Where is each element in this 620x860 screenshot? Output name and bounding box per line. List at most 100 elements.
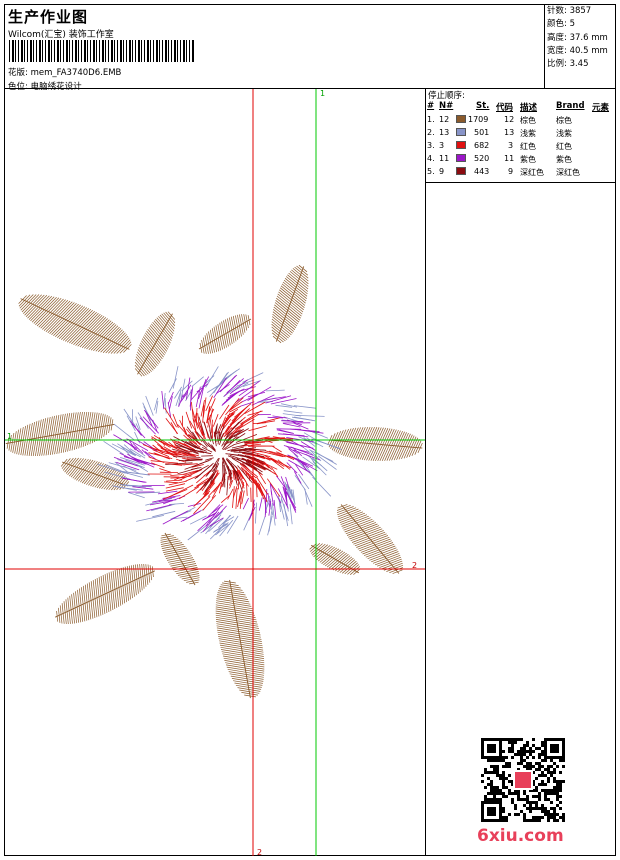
qr-module bbox=[499, 798, 502, 801]
qr-module bbox=[499, 777, 502, 780]
qr-module bbox=[553, 789, 556, 792]
qr-module bbox=[493, 768, 496, 771]
rose-stitch-red bbox=[266, 478, 281, 497]
qr-module bbox=[550, 759, 553, 762]
qr-module bbox=[523, 753, 526, 756]
qr-module bbox=[559, 801, 562, 804]
qr-module bbox=[529, 765, 532, 768]
qr-module bbox=[547, 768, 550, 771]
color-swatch bbox=[456, 141, 466, 149]
qr-module bbox=[547, 813, 550, 816]
qr-module bbox=[538, 768, 541, 771]
qr-module bbox=[559, 771, 562, 774]
rose-stitch-purple bbox=[146, 504, 172, 512]
qr-module bbox=[514, 813, 517, 816]
row-num: 3. bbox=[427, 141, 435, 150]
rose-stitch-purple bbox=[242, 497, 249, 510]
qr-module bbox=[514, 753, 517, 756]
rose-stitch-red bbox=[150, 460, 179, 464]
rose-stitch-red bbox=[170, 422, 178, 435]
rose-stitch-red bbox=[248, 425, 268, 432]
row-num: 5. bbox=[427, 167, 435, 176]
qr-module bbox=[493, 792, 496, 795]
qr-module bbox=[493, 765, 496, 768]
qr-module bbox=[493, 795, 496, 798]
qr-module bbox=[517, 738, 520, 741]
qr-module bbox=[517, 795, 520, 798]
rose-stitch-lilac bbox=[267, 515, 273, 536]
rose-stitch-lilac bbox=[191, 376, 204, 387]
qr-module bbox=[490, 759, 493, 762]
qr-module bbox=[490, 798, 493, 801]
qr-module bbox=[538, 762, 541, 765]
qr-module bbox=[529, 804, 532, 807]
row-n: 9 bbox=[439, 167, 445, 176]
rose-stitch-purple bbox=[139, 417, 156, 435]
qr-module bbox=[553, 786, 556, 789]
stop-sequence-title: 停止顺序: bbox=[428, 91, 465, 101]
rose-stitch-lilac bbox=[172, 366, 179, 389]
stop-panel-rule bbox=[426, 182, 615, 183]
qr-module bbox=[502, 738, 505, 741]
row-n: 13 bbox=[439, 128, 450, 137]
rose-stitch-red bbox=[196, 407, 198, 423]
qr-module bbox=[556, 819, 559, 822]
qr-module bbox=[538, 756, 541, 759]
qr-module bbox=[502, 756, 505, 759]
qr-module bbox=[550, 792, 553, 795]
header-divider bbox=[544, 5, 545, 88]
rose-stitch-red bbox=[153, 434, 172, 447]
rose-stitch-lilac bbox=[293, 405, 316, 409]
rose-stitch-red bbox=[246, 482, 248, 496]
qr-module bbox=[550, 801, 553, 804]
qr-module bbox=[562, 819, 565, 822]
qr-module bbox=[511, 738, 514, 741]
qr-module bbox=[514, 807, 517, 810]
rose-stitch-darkred bbox=[226, 475, 229, 496]
pattern-label: 花版: bbox=[8, 68, 28, 78]
qr-module bbox=[544, 807, 547, 810]
qr-module bbox=[526, 807, 529, 810]
qr-module bbox=[499, 759, 502, 762]
rose-stitch-red bbox=[170, 473, 187, 476]
qr-module bbox=[559, 795, 562, 798]
qr-module bbox=[541, 753, 544, 756]
qr-module bbox=[559, 759, 562, 762]
qr-module bbox=[508, 747, 511, 750]
qr-module bbox=[523, 819, 526, 822]
rose-stitch-lilac bbox=[222, 368, 240, 381]
rose-stitch-red bbox=[159, 468, 172, 473]
rose-stitch-lilac bbox=[135, 464, 149, 473]
red-guide-horizontal-label: 2 bbox=[412, 561, 417, 570]
qr-code-image bbox=[481, 738, 565, 822]
stop-row: 4. 11 520 11 紫色 紫色 bbox=[426, 154, 615, 167]
rose-stitch-lilac bbox=[164, 397, 167, 414]
qr-module bbox=[544, 759, 547, 762]
row-code: 13 bbox=[504, 128, 515, 137]
qr-module bbox=[535, 777, 538, 780]
rose-stitch-lilac bbox=[123, 408, 137, 428]
col-header-brand: Brand bbox=[556, 101, 585, 111]
qr-module bbox=[529, 807, 532, 810]
col-header-element: 元素 bbox=[592, 103, 610, 113]
rose-stitch-lilac bbox=[113, 423, 136, 441]
qr-module bbox=[502, 783, 505, 786]
qr-module bbox=[496, 798, 499, 801]
qr-module bbox=[535, 747, 538, 750]
rose-stitch-red bbox=[186, 457, 200, 460]
row-desc: 浅紫 bbox=[520, 129, 536, 138]
qr-module bbox=[508, 750, 511, 753]
qr-module bbox=[523, 804, 526, 807]
qr-module bbox=[520, 753, 523, 756]
rose-stitch-lilac bbox=[168, 503, 185, 505]
rose-stitch-red bbox=[165, 483, 186, 489]
qr-module bbox=[502, 792, 505, 795]
qr-module bbox=[505, 786, 508, 789]
qr-module bbox=[484, 795, 487, 798]
rose-stitch-lilac bbox=[187, 523, 209, 541]
qr-module bbox=[535, 795, 538, 798]
rose-stitch-purple bbox=[278, 429, 294, 434]
row-code: 9 bbox=[508, 167, 514, 176]
qr-module bbox=[538, 819, 541, 822]
rose-stitch-purple bbox=[276, 428, 302, 430]
